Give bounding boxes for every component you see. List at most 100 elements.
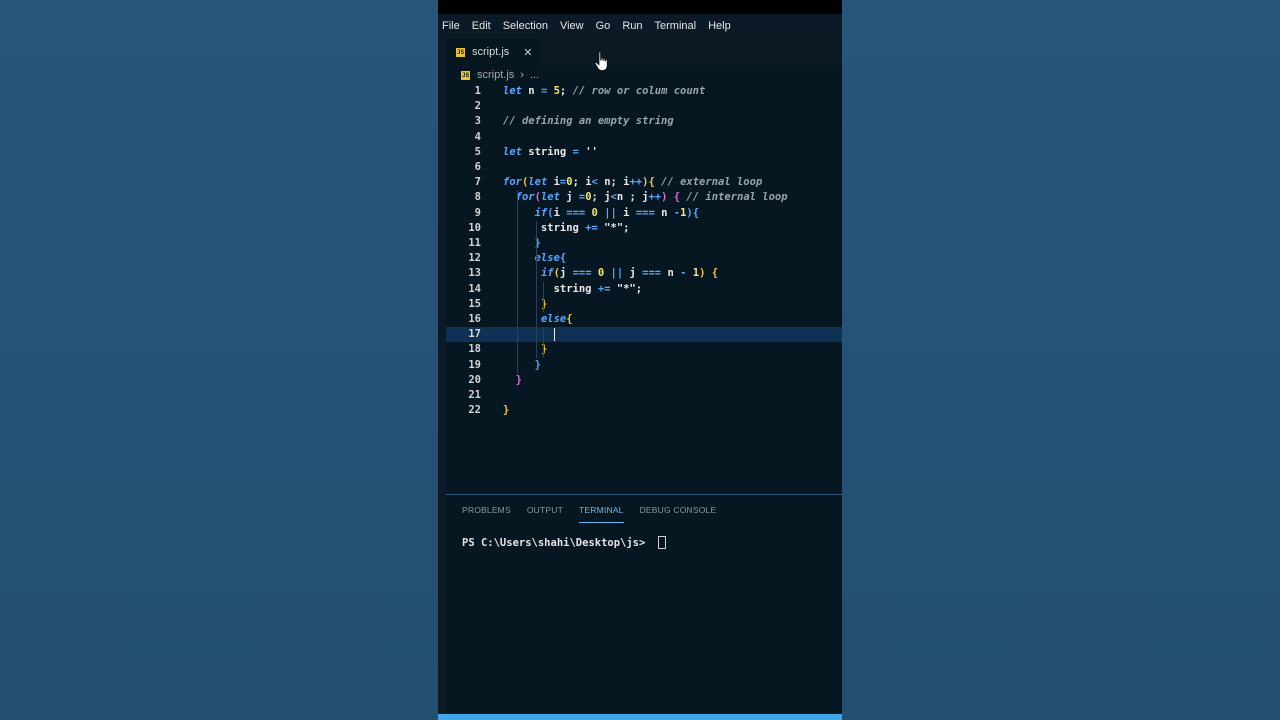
bottom-panel: PROBLEMS OUTPUT TERMINAL DEBUG CONSOLE P…	[446, 495, 842, 720]
menu-view[interactable]: View	[554, 14, 590, 38]
code-line[interactable]: 11 }	[446, 236, 842, 251]
menu-go[interactable]: Go	[590, 14, 617, 38]
code-line[interactable]: 12 else{	[446, 251, 842, 266]
code-line[interactable]: 3 // defining an empty string	[446, 114, 842, 129]
status-bar	[438, 714, 842, 720]
indent-guide	[543, 327, 544, 358]
code-text	[503, 327, 555, 342]
code-line[interactable]: 14 string += "*";	[446, 282, 842, 297]
code-line[interactable]: 8 for(let j =0; j<n ; j++) { // internal…	[446, 190, 842, 205]
video-letterbox-left	[0, 0, 438, 720]
code-line[interactable]: 19 }	[446, 358, 842, 373]
code-text: }	[503, 404, 510, 417]
menu-edit[interactable]: Edit	[466, 14, 497, 38]
code-line[interactable]: 13 if(j === 0 || j === n - 1) {	[446, 266, 842, 281]
activity-bar	[438, 38, 446, 720]
menu-run[interactable]: Run	[616, 14, 648, 38]
code-editor[interactable]: 1 let n = 5; // row or colum count 2 3 // de…	[446, 84, 842, 494]
code-text: string += "*";	[503, 221, 630, 234]
breadcrumb-separator: ›	[520, 69, 524, 81]
menu-terminal[interactable]: Terminal	[649, 14, 703, 38]
line-number: 11	[468, 237, 481, 249]
code-line[interactable]: 15 }	[446, 297, 842, 312]
code-text: string += "*";	[503, 282, 643, 295]
code-line[interactable]: 7 for(let i=0; i< n; i++){ // external lo…	[446, 175, 842, 190]
indent-guide	[543, 281, 544, 312]
code-text: else{	[534, 252, 567, 265]
js-file-icon: JS	[456, 47, 465, 57]
indent-guide	[536, 220, 537, 358]
line-number: 18	[468, 343, 481, 356]
code-text: else{	[540, 313, 573, 325]
code-line[interactable]: 20 }	[446, 373, 842, 388]
text-cursor	[553, 327, 555, 341]
panel-tabs: PROBLEMS OUTPUT TERMINAL DEBUG CONSOLE	[446, 495, 842, 525]
code-line[interactable]: 10 string += "*";	[446, 221, 842, 236]
line-number: 19	[468, 358, 481, 371]
line-number: 5	[474, 145, 481, 158]
line-number: 20	[468, 373, 481, 386]
code-line[interactable]: 2	[446, 99, 842, 114]
line-number: 21	[468, 389, 481, 401]
terminal-cursor	[657, 536, 666, 549]
indent-guide	[517, 190, 518, 373]
line-number: 4	[474, 130, 481, 143]
code-text: for(let i=0; i< n; i++){ // external loo…	[503, 176, 763, 189]
vscode-window: File Edit Selection View Go Run Terminal…	[438, 0, 842, 720]
code-text: }	[534, 358, 541, 371]
menu-selection[interactable]: Selection	[497, 14, 554, 38]
breadcrumb-more[interactable]: ...	[530, 69, 539, 81]
code-line[interactable]: 5 let string = ''	[446, 145, 842, 160]
hand-pointer-cursor-icon	[594, 51, 608, 71]
line-number: 8	[474, 191, 481, 204]
line-number: 22	[468, 404, 481, 417]
code-text: // defining an empty string	[503, 115, 674, 128]
line-number: 7	[474, 176, 481, 189]
line-number: 17	[468, 328, 481, 341]
line-number: 16	[468, 313, 481, 325]
line-number: 10	[468, 221, 481, 234]
line-number: 1	[474, 85, 481, 97]
code-line[interactable]: 16 else{	[446, 312, 842, 327]
code-text: let string = ''	[503, 145, 598, 158]
code-text: }	[515, 373, 522, 386]
js-file-icon: JS	[461, 70, 470, 80]
code-text: if(i === 0 || i === n -1){	[534, 206, 700, 219]
breadcrumb-file[interactable]: script.js	[477, 69, 514, 81]
terminal-prompt-line[interactable]: PS C:\Users\shahi\Desktop\js>	[462, 536, 666, 549]
title-bar	[438, 0, 842, 14]
tab-output[interactable]: OUTPUT	[527, 495, 563, 525]
close-icon[interactable]: ✕	[523, 46, 532, 59]
line-number: 13	[468, 267, 481, 280]
code-line[interactable]: 9 if(i === 0 || i === n -1){	[446, 206, 842, 221]
editor-tab-bar: JS script.js ✕	[446, 38, 842, 66]
line-number: 14	[468, 282, 481, 295]
code-line[interactable]: 1 let n = 5; // row or colum count	[446, 84, 842, 99]
tab-problems[interactable]: PROBLEMS	[462, 495, 511, 525]
code-line[interactable]: 4	[446, 130, 842, 145]
tab-label: script.js	[472, 46, 510, 58]
code-text: let n = 5; // row or colum count	[503, 85, 706, 97]
code-text: for(let j =0; j<n ; j++) { // internal l…	[515, 191, 788, 204]
terminal-prompt: PS C:\Users\shahi\Desktop\js>	[462, 536, 652, 549]
menu-help[interactable]: Help	[702, 14, 737, 38]
code-line[interactable]: 6	[446, 160, 842, 175]
tab-script-js[interactable]: JS script.js ✕	[446, 38, 541, 66]
code-line[interactable]: 21	[446, 388, 842, 403]
tab-terminal[interactable]: TERMINAL	[579, 495, 624, 525]
code-line[interactable]: 18 }	[446, 342, 842, 357]
code-line[interactable]: 22}	[446, 403, 842, 418]
line-number: 2	[474, 100, 481, 113]
code-line[interactable]: 17	[446, 327, 842, 343]
menu-file[interactable]: File	[438, 14, 466, 38]
code-text: }	[540, 297, 548, 310]
line-number: 3	[474, 115, 481, 128]
video-letterbox-right	[842, 0, 1280, 720]
line-number: 9	[474, 206, 481, 219]
menu-bar: File Edit Selection View Go Run Terminal…	[438, 14, 842, 38]
line-number: 15	[468, 297, 481, 310]
tab-debug-console[interactable]: DEBUG CONSOLE	[640, 495, 717, 525]
code-text: }	[540, 343, 548, 356]
breadcrumb: JS script.js › ...	[446, 66, 842, 84]
line-number: 12	[468, 252, 481, 265]
